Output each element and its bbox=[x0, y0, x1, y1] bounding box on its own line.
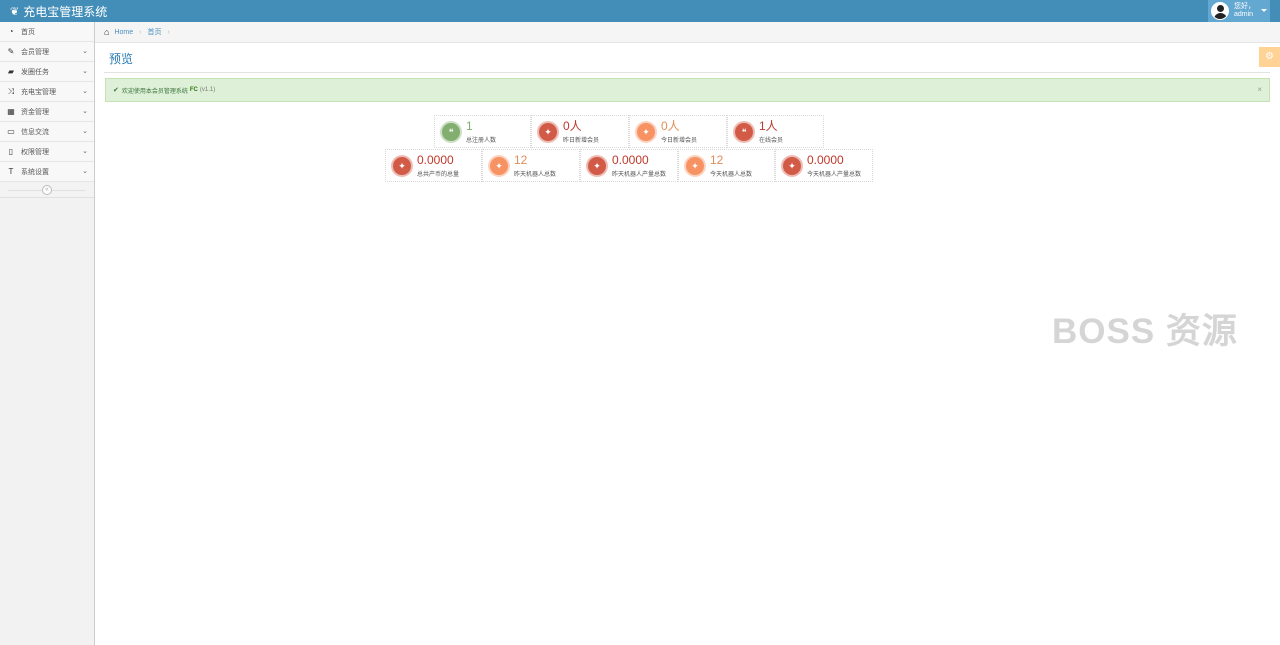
stat-today-new: ✦ 0人 今日新增会员 bbox=[629, 115, 727, 148]
chevron-down-icon: ⌄ bbox=[82, 48, 88, 55]
sidebar-item-funds[interactable]: ▦ 资金管理 ⌄ bbox=[0, 102, 94, 122]
alert-version: (v1.1) bbox=[199, 87, 216, 93]
stat-today-robots: ✦ 12 今天机器人总数 bbox=[678, 149, 775, 182]
collapse-icon[interactable]: « bbox=[42, 185, 52, 195]
check-icon: ✔ bbox=[113, 87, 119, 94]
user-menu[interactable]: 您好， admin bbox=[1208, 0, 1270, 22]
comments-icon: ❝ bbox=[440, 121, 462, 143]
sidebar-item-label: 会员管理 bbox=[21, 48, 49, 56]
close-icon[interactable]: × bbox=[1257, 85, 1262, 94]
stat-value: 0.0000 bbox=[612, 153, 649, 167]
text-height-icon: T bbox=[8, 167, 14, 176]
sidebar-item-label: 系统设置 bbox=[21, 168, 49, 176]
twitter-icon: ✦ bbox=[684, 155, 706, 177]
stat-label: 总注册人数 bbox=[466, 138, 497, 144]
sidebar-item-home[interactable]: ◔ 首页 bbox=[0, 22, 94, 42]
twitter-icon: ✦ bbox=[586, 155, 608, 177]
twitter-icon: ✦ bbox=[391, 155, 413, 177]
breadcrumb-current[interactable]: 首页 bbox=[147, 27, 161, 37]
book-icon: ▰ bbox=[7, 67, 15, 76]
stat-label: 今日新增会员 bbox=[661, 138, 698, 144]
sidebar-item-messages[interactable]: ▭ 信息交流 ⌄ bbox=[0, 122, 94, 142]
sidebar-item-tasks[interactable]: ▰ 发圈任务 ⌄ bbox=[0, 62, 94, 82]
settings-gear-button[interactable]: ⚙ bbox=[1259, 47, 1280, 67]
credit-card-icon: ▭ bbox=[7, 127, 15, 136]
sidebar-item-label: 发圈任务 bbox=[21, 68, 49, 76]
sidebar-item-permissions[interactable]: ▯ 权限管理 ⌄ bbox=[0, 142, 94, 162]
sidebar-item-powerbank[interactable]: ⤨ 充电宝管理 ⌄ bbox=[0, 82, 94, 102]
stat-yesterday-robots: ✦ 12 昨天机器人总数 bbox=[482, 149, 580, 182]
stat-online-members: ❝ 1人 在线会员 bbox=[727, 115, 824, 148]
sidebar-item-label: 权限管理 bbox=[21, 148, 49, 156]
stat-value: 1人 bbox=[759, 119, 778, 133]
avatar bbox=[1211, 2, 1229, 20]
stat-yesterday-robot-output: ✦ 0.0000 昨天机器人产量总数 bbox=[580, 149, 678, 182]
comments-icon: ❝ bbox=[733, 121, 755, 143]
chevron-down-icon: ⌄ bbox=[82, 68, 88, 75]
caret-down-icon bbox=[1261, 9, 1267, 12]
stat-label: 昨日新增会员 bbox=[563, 138, 600, 144]
welcome-alert: ✔ 欢迎使用本会员管理系统 FC (v1.1) × bbox=[105, 78, 1270, 102]
sidebar-item-members[interactable]: ✎ 会员管理 ⌄ bbox=[0, 42, 94, 62]
alert-brand: FC bbox=[189, 87, 198, 93]
twitter-icon: ✦ bbox=[488, 155, 510, 177]
sidebar-item-label: 信息交流 bbox=[21, 128, 49, 136]
app-brand[interactable]: ❦ 充电宝管理系统 bbox=[10, 3, 107, 20]
breadcrumb-separator: › bbox=[139, 28, 142, 36]
page-title: 预览 bbox=[109, 52, 134, 66]
calendar-icon: ▦ bbox=[7, 107, 15, 116]
breadcrumb-home-link[interactable]: Home bbox=[114, 29, 133, 36]
stat-value: 12 bbox=[710, 153, 724, 167]
chevron-down-icon: ⌄ bbox=[82, 168, 88, 175]
sidebar-item-label: 充电宝管理 bbox=[21, 88, 56, 96]
stat-total-registered: ❝ 1 总注册人数 bbox=[434, 115, 531, 148]
stat-label: 总共产币的总量 bbox=[417, 172, 460, 178]
twitter-icon: ✦ bbox=[781, 155, 803, 177]
twitter-icon: ✦ bbox=[635, 121, 657, 143]
watermark: BOSS 资源 bbox=[1052, 312, 1238, 351]
header-divider bbox=[104, 72, 1270, 73]
stat-label: 今天机器人总数 bbox=[710, 172, 753, 178]
dashboard-icon: ◔ bbox=[8, 27, 14, 36]
user-greeting: 您好， bbox=[1234, 3, 1255, 10]
user-name: admin bbox=[1234, 11, 1254, 18]
home-icon: ⌂ bbox=[104, 27, 110, 37]
stat-label: 昨天机器人总数 bbox=[514, 172, 557, 178]
stat-value: 0人 bbox=[563, 119, 582, 133]
chevron-down-icon: ⌄ bbox=[82, 88, 88, 95]
stat-value: 12 bbox=[514, 153, 528, 167]
sidebar-item-label: 首页 bbox=[21, 28, 35, 36]
stat-today-robot-output: ✦ 0.0000 今天机器人产量总数 bbox=[775, 149, 873, 182]
stat-value: 0.0000 bbox=[417, 153, 454, 167]
sidebar-item-label: 资金管理 bbox=[21, 108, 49, 116]
gear-icon: ⚙ bbox=[1265, 51, 1274, 62]
stat-yesterday-new: ✦ 0人 昨日新增会员 bbox=[531, 115, 629, 148]
sidebar: ◔ 首页 ✎ 会员管理 ⌄ ▰ 发圈任务 ⌄ ⤨ 充电宝管理 ⌄ ▦ 资金管理 … bbox=[0, 22, 95, 645]
app-title: 充电宝管理系统 bbox=[23, 5, 108, 19]
stat-label: 今天机器人产量总数 bbox=[807, 172, 862, 178]
file-icon: ▯ bbox=[8, 147, 14, 156]
chevron-down-icon: ⌄ bbox=[82, 148, 88, 155]
edit-icon: ✎ bbox=[7, 47, 15, 56]
user-info: 您好， admin bbox=[1234, 3, 1255, 19]
random-icon: ⤨ bbox=[7, 86, 15, 96]
chevron-down-icon: ⌄ bbox=[82, 108, 88, 115]
sidebar-collapse-bar: « bbox=[0, 182, 94, 198]
alert-text: 欢迎使用本会员管理系统 bbox=[121, 88, 188, 95]
chevron-down-icon: ⌄ bbox=[82, 128, 88, 135]
stat-value: 0.0000 bbox=[807, 153, 844, 167]
leaf-icon: ❦ bbox=[10, 6, 20, 18]
top-navbar: ❦ 充电宝管理系统 您好， admin bbox=[0, 0, 1280, 22]
stat-value: 0人 bbox=[661, 119, 680, 133]
stat-label: 在线会员 bbox=[759, 138, 784, 144]
breadcrumb: ⌂ Home › 首页 › bbox=[95, 22, 1280, 43]
breadcrumb-separator: › bbox=[167, 28, 170, 36]
stat-label: 昨天机器人产量总数 bbox=[612, 172, 667, 178]
twitter-icon: ✦ bbox=[537, 121, 559, 143]
sidebar-item-settings[interactable]: T 系统设置 ⌄ bbox=[0, 162, 94, 182]
stat-value: 1 bbox=[466, 119, 473, 133]
stat-total-coins: ✦ 0.0000 总共产币的总量 bbox=[385, 149, 482, 182]
